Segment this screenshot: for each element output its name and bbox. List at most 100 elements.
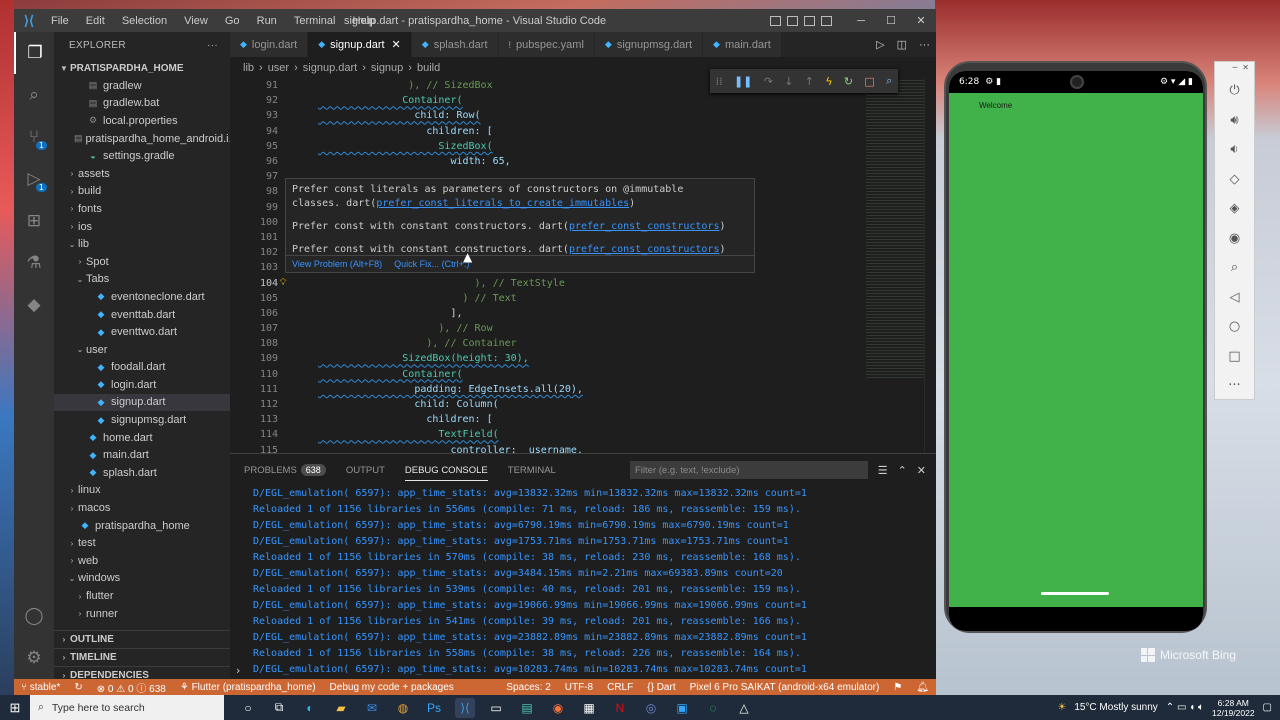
run-debug-icon[interactable]: ▷ 1 bbox=[14, 158, 54, 200]
whatsapp-icon[interactable]: ◌ bbox=[703, 698, 723, 718]
task-view-icon[interactable]: ⧉ bbox=[269, 698, 289, 718]
tab-signup-dart[interactable]: ◆ signup.dart ✕ bbox=[308, 32, 412, 57]
toggle-secondary-sidebar-icon[interactable] bbox=[804, 15, 815, 26]
minimap[interactable] bbox=[866, 78, 924, 378]
split-editor-icon[interactable]: ◫ bbox=[897, 38, 907, 51]
clear-console-icon[interactable]: ☰ bbox=[878, 464, 888, 477]
editor-scrollbar[interactable] bbox=[924, 78, 936, 453]
mail-icon[interactable]: ✉ bbox=[362, 698, 382, 718]
tray-icons[interactable]: ⌃ ▭ ◖ 🔈︎ bbox=[1166, 702, 1204, 713]
breadcrumb-user[interactable]: user bbox=[268, 62, 289, 74]
code-line[interactable]: 110 Container( bbox=[230, 367, 936, 382]
step-over-icon[interactable]: ↷ bbox=[764, 75, 773, 88]
more-actions-icon[interactable]: ··· bbox=[207, 40, 218, 51]
netflix-icon[interactable]: N bbox=[610, 698, 630, 718]
project-root[interactable]: ▼ PRATISPARDHA_HOME bbox=[54, 59, 230, 77]
photoshop-icon[interactable]: Ps bbox=[424, 698, 444, 718]
tree-file[interactable]: ◆ home.dart bbox=[54, 429, 230, 447]
menu-selection[interactable]: Selection bbox=[122, 15, 167, 27]
extensions-icon[interactable]: ⊞ bbox=[14, 200, 54, 242]
tree-file[interactable]: ◆ signupmsg.dart bbox=[54, 411, 230, 429]
minimize-button[interactable]: ─ bbox=[846, 15, 876, 27]
tree-file[interactable]: ◆ login.dart bbox=[54, 376, 230, 394]
menu-go[interactable]: Go bbox=[225, 15, 240, 27]
tree-file[interactable]: ◆ eventtwo.dart bbox=[54, 323, 230, 341]
tree-folder[interactable]: › web bbox=[54, 552, 230, 570]
tree-folder[interactable]: › ios bbox=[54, 218, 230, 236]
tree-folder[interactable]: › build bbox=[54, 183, 230, 201]
lightbulb-icon[interactable]: 💡︎ bbox=[280, 278, 286, 288]
lint-rule-link[interactable]: prefer_const_literals_to_create_immutabl… bbox=[376, 198, 629, 209]
device-status[interactable]: Pixel 6 Pro SAIKAT (android-x64 emulator… bbox=[683, 682, 887, 693]
close-icon[interactable]: ✕ bbox=[1242, 63, 1249, 75]
tree-folder[interactable]: › linux bbox=[54, 482, 230, 500]
code-line[interactable]: 111 padding: EdgeInsets.all(20), bbox=[230, 382, 936, 397]
tree-file[interactable]: ◒ settings.gradle bbox=[54, 147, 230, 165]
firefox-icon[interactable]: ◉ bbox=[548, 698, 568, 718]
tree-folder[interactable]: ⌄ Tabs bbox=[54, 271, 230, 289]
timeline-section[interactable]: › TIMELINE bbox=[54, 648, 230, 666]
console-filter-input[interactable]: Filter (e.g. text, !exclude) bbox=[630, 461, 868, 479]
minimize-icon[interactable]: ─ bbox=[1232, 63, 1237, 75]
code-line[interactable]: 95 SizedBox( bbox=[230, 139, 936, 154]
tree-file[interactable]: ▤ gradlew bbox=[54, 77, 230, 95]
explorer-icon[interactable]: ❐ bbox=[14, 32, 54, 74]
tab-output[interactable]: OUTPUT bbox=[346, 465, 385, 476]
gesture-nav-bar[interactable] bbox=[1041, 592, 1109, 595]
tree-file[interactable]: ◆ pratispardha_home bbox=[54, 517, 230, 535]
zoom-icon[interactable]: ⌕ bbox=[1215, 253, 1254, 283]
sync-icon[interactable]: ↻ bbox=[67, 682, 89, 693]
start-windows-icon[interactable]: ⊞ bbox=[0, 700, 30, 716]
customize-layout-icon[interactable] bbox=[821, 15, 832, 26]
rotate-left-icon[interactable]: ◇ bbox=[1215, 165, 1254, 195]
manage-gear-icon[interactable]: ⚙ bbox=[14, 637, 54, 679]
code-line[interactable]: 108 ), // Container bbox=[230, 336, 936, 351]
menu-view[interactable]: View bbox=[184, 15, 208, 27]
more-actions-icon[interactable]: ··· bbox=[919, 39, 930, 51]
back-icon[interactable]: ◁ bbox=[1215, 283, 1254, 313]
close-tab-icon[interactable]: ✕ bbox=[392, 38, 401, 51]
breadcrumb-lib[interactable]: lib bbox=[243, 62, 254, 74]
app-alt-icon[interactable]: △ bbox=[734, 698, 754, 718]
flutter-icon[interactable]: ◆ bbox=[14, 284, 54, 326]
breadcrumb-file[interactable]: signup.dart bbox=[303, 62, 357, 74]
volume-down-icon[interactable]: 🔉︎ bbox=[1215, 135, 1254, 165]
quick-fix-link[interactable]: Quick Fix... (Ctrl+.) bbox=[394, 259, 469, 269]
tree-folder[interactable]: ⌄ user bbox=[54, 341, 230, 359]
indentation-status[interactable]: Spaces: 2 bbox=[499, 682, 557, 693]
vscode-taskbar-icon[interactable]: ⟩⟨ bbox=[455, 697, 475, 718]
code-line[interactable]: 107 ), // Row bbox=[230, 321, 936, 336]
chrome-icon[interactable]: ◍ bbox=[393, 698, 413, 718]
branch-status[interactable]: ⑂ stable* bbox=[14, 682, 67, 693]
debug-config-status[interactable]: Debug my code + packages bbox=[323, 682, 461, 693]
code-line[interactable]: 115 controller: _username, bbox=[230, 443, 936, 453]
lint-rule-link[interactable]: prefer_const_constructors bbox=[569, 244, 720, 255]
edge-icon[interactable]: ◐ bbox=[300, 698, 320, 718]
tree-file[interactable]: ◆ main.dart bbox=[54, 446, 230, 464]
tree-folder[interactable]: › flutter bbox=[54, 587, 230, 605]
code-line[interactable]: 104 ), // TextStyle 💡︎ bbox=[230, 275, 936, 290]
tree-folder[interactable]: › macos bbox=[54, 499, 230, 517]
more-icon[interactable]: ··· bbox=[1215, 371, 1254, 401]
app-icon[interactable]: ▣ bbox=[672, 698, 692, 718]
step-into-icon[interactable]: ↓ bbox=[784, 75, 793, 88]
cortana-icon[interactable]: ○ bbox=[238, 698, 258, 718]
store-icon[interactable]: ▦ bbox=[579, 698, 599, 718]
breadcrumb-class[interactable]: signup bbox=[371, 62, 403, 74]
tree-folder[interactable]: ⌄ lib bbox=[54, 235, 230, 253]
close-window-button[interactable]: ✕ bbox=[906, 14, 936, 27]
maximize-panel-icon[interactable]: ⌃ bbox=[898, 464, 907, 477]
file-explorer-icon[interactable]: ▰ bbox=[331, 698, 351, 718]
code-line[interactable]: 93 child: Row( bbox=[230, 108, 936, 123]
testing-icon[interactable]: ⚗ bbox=[14, 242, 54, 284]
tab-login-dart[interactable]: ◆ login.dart bbox=[230, 32, 309, 57]
screenshot-icon[interactable]: ◉ bbox=[1215, 224, 1254, 254]
toggle-panel-icon[interactable] bbox=[787, 15, 798, 26]
language-status[interactable]: {} Dart bbox=[640, 682, 682, 693]
tab-signupmsg-dart[interactable]: ◆ signupmsg.dart bbox=[594, 32, 704, 57]
tree-folder[interactable]: › fonts bbox=[54, 200, 230, 218]
menu-terminal[interactable]: Terminal bbox=[294, 15, 336, 27]
weather-icon[interactable]: ☀ bbox=[1057, 702, 1066, 713]
menu-edit[interactable]: Edit bbox=[86, 15, 105, 27]
drag-handle-icon[interactable]: ⁞⁞ bbox=[716, 75, 723, 88]
